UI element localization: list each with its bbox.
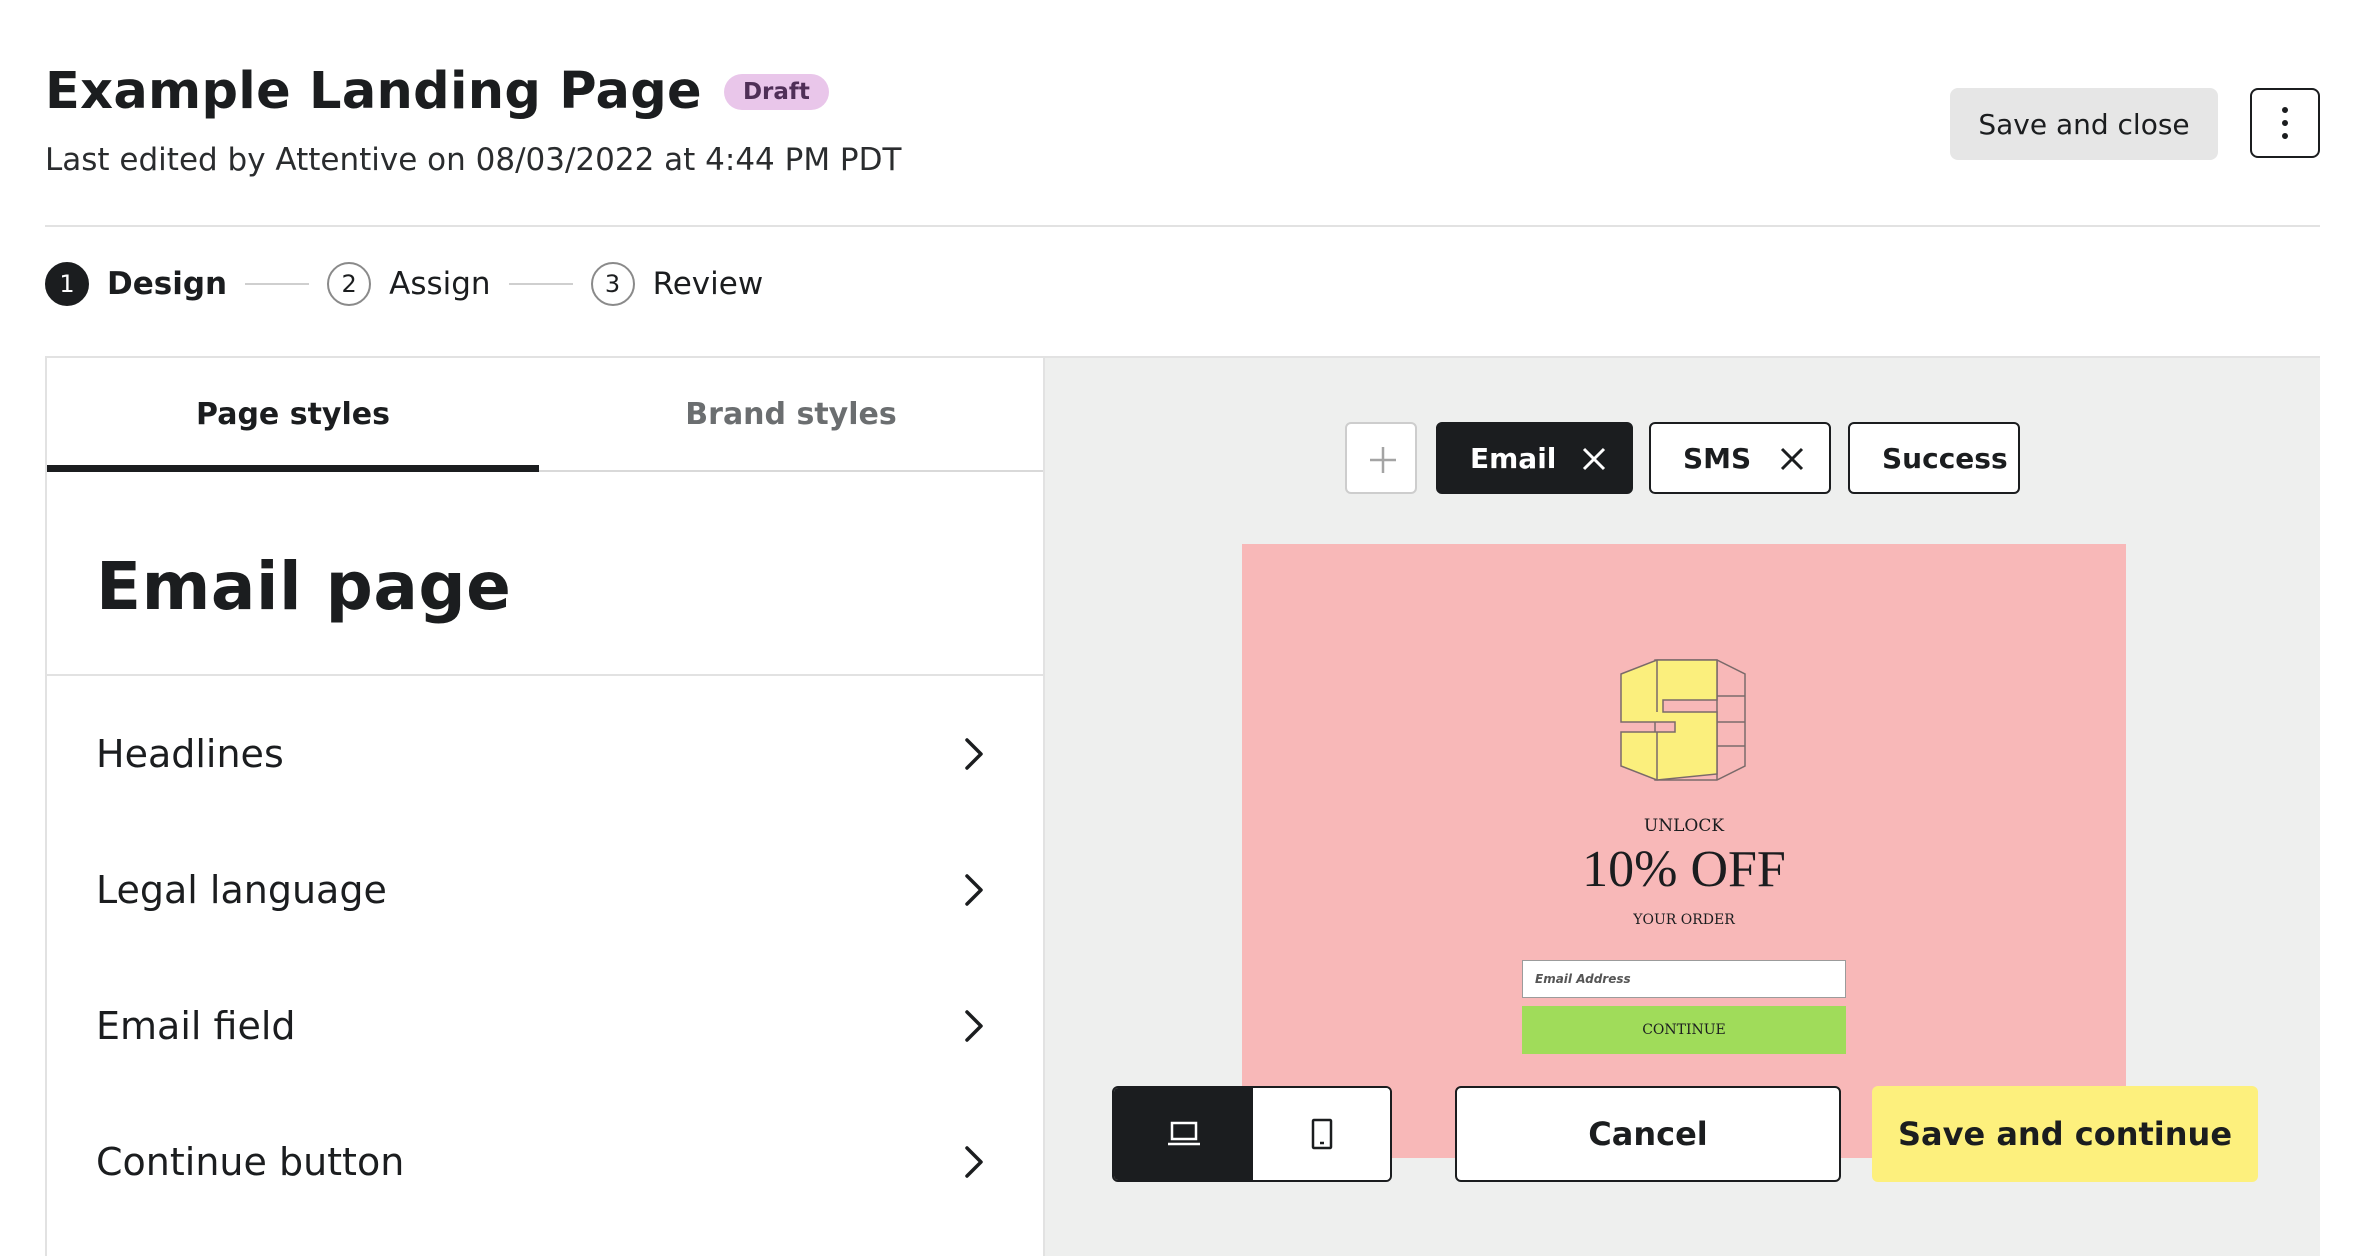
preview-email-field[interactable]: Email Address — [1522, 960, 1846, 998]
chevron-right-icon — [965, 738, 983, 770]
mobile-icon — [1311, 1118, 1333, 1150]
step-assign[interactable]: 2 Assign — [327, 262, 491, 306]
device-toggle — [1112, 1086, 1392, 1182]
desktop-icon — [1168, 1121, 1200, 1146]
chevron-right-icon — [965, 1010, 983, 1042]
desktop-view-button[interactable] — [1114, 1088, 1253, 1180]
step-number: 3 — [590, 262, 635, 306]
menu-item-headlines[interactable]: Headlines — [47, 686, 1043, 822]
landing-page-preview: UNLOCK 10% OFF YOUR ORDER Email Address … — [1242, 544, 2126, 1158]
section-divider — [47, 674, 1043, 676]
styles-panel: Page styles Brand styles Email page Head… — [45, 356, 1045, 1256]
chevron-right-icon — [965, 874, 983, 906]
preview-panel: Email SMS Success UNLOCK 10% OFF YOUR OR… — [1045, 356, 2320, 1256]
last-edited-text: Last edited by Attentive on 08/03/2022 a… — [45, 142, 902, 178]
page-chip-sms[interactable]: SMS — [1649, 422, 1831, 494]
brand-logo-icon — [1620, 659, 1746, 781]
preview-subheadline: YOUR ORDER — [1633, 912, 1735, 928]
tab-page-styles[interactable]: Page styles — [47, 358, 539, 472]
menu-item-label: Email field — [96, 1004, 296, 1048]
page-chip-email[interactable]: Email — [1436, 422, 1633, 494]
plus-icon — [1370, 447, 1396, 473]
style-tabs: Page styles Brand styles — [47, 358, 1043, 472]
menu-item-continue-button[interactable]: Continue button — [47, 1094, 1043, 1230]
more-vertical-icon[interactable] — [2250, 88, 2320, 158]
step-label: Assign — [389, 266, 491, 302]
menu-item-label: Legal language — [96, 868, 387, 912]
tab-brand-styles[interactable]: Brand styles — [539, 358, 1043, 470]
step-review[interactable]: 3 Review — [590, 262, 764, 306]
step-label: Review — [652, 266, 764, 302]
chip-label: SMS — [1683, 441, 1752, 475]
status-badge: Draft — [723, 73, 829, 110]
menu-item-label: Headlines — [96, 732, 284, 776]
chip-label: Success — [1882, 441, 2008, 475]
step-connector — [508, 283, 573, 285]
page-chip-success[interactable]: Success — [1848, 422, 2020, 494]
step-number: 1 — [45, 262, 89, 306]
close-icon[interactable] — [1777, 444, 1807, 474]
cancel-button[interactable]: Cancel — [1455, 1086, 1841, 1182]
preview-continue-button[interactable]: CONTINUE — [1522, 1006, 1846, 1054]
section-title: Email page — [96, 548, 512, 625]
title-row: Example Landing Page Draft — [45, 62, 829, 121]
close-icon[interactable] — [1579, 444, 1609, 474]
mobile-view-button[interactable] — [1253, 1088, 1390, 1180]
chip-label: Email — [1470, 441, 1557, 475]
chevron-right-icon — [965, 1146, 983, 1178]
menu-item-email-field[interactable]: Email field — [47, 958, 1043, 1094]
save-and-close-button[interactable]: Save and close — [1950, 88, 2218, 160]
menu-item-legal-language[interactable]: Legal language — [47, 822, 1043, 958]
save-and-continue-button[interactable]: Save and continue — [1872, 1086, 2258, 1182]
add-page-button[interactable] — [1345, 422, 1417, 494]
stepper: 1 Design 2 Assign 3 Review — [45, 260, 763, 308]
step-label: Design — [107, 266, 228, 302]
preview-headline: 10% OFF — [1582, 841, 1786, 898]
step-number: 2 — [327, 262, 372, 306]
page-title: Example Landing Page — [45, 62, 702, 121]
header-divider — [45, 225, 2320, 227]
menu-item-label: Continue button — [96, 1140, 405, 1184]
step-connector — [245, 283, 310, 285]
preview-eyebrow: UNLOCK — [1643, 816, 1725, 836]
step-design[interactable]: 1 Design — [45, 262, 227, 306]
